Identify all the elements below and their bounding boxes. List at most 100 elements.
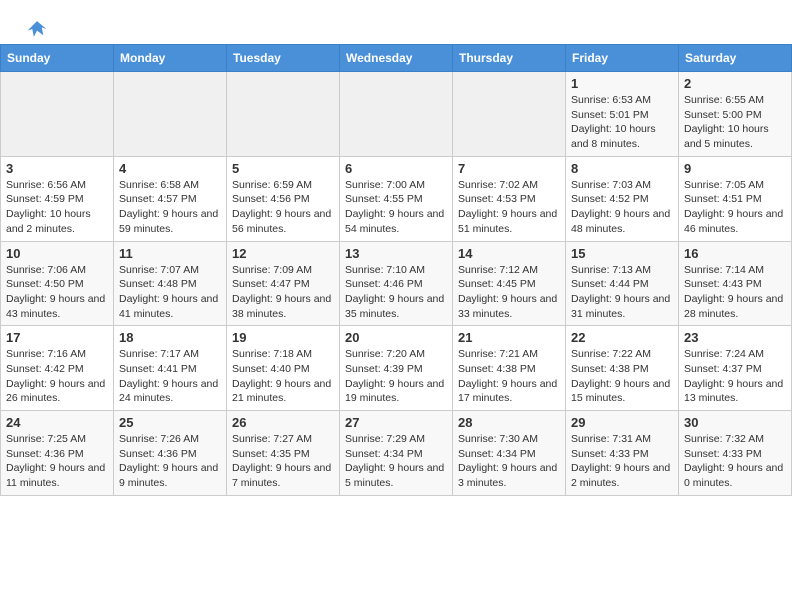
day-info: Sunrise: 7:02 AMSunset: 4:53 PMDaylight:… [458, 178, 560, 237]
day-info: Sunrise: 7:24 AMSunset: 4:37 PMDaylight:… [684, 347, 786, 406]
calendar-cell: 23Sunrise: 7:24 AMSunset: 4:37 PMDayligh… [679, 326, 792, 411]
day-info: Sunrise: 6:58 AMSunset: 4:57 PMDaylight:… [119, 178, 221, 237]
calendar-cell [1, 72, 114, 157]
calendar-cell: 15 Sunrise: 7:13 AMSunset: 4:44 PMDayligh… [566, 241, 679, 326]
day-info: Sunrise: 6:59 AMSunset: 4:56 PMDaylight:… [232, 178, 334, 237]
calendar-cell: 7Sunrise: 7:02 AMSunset: 4:53 PMDaylight… [453, 156, 566, 241]
day-info: Sunrise: 7:27 AMSunset: 4:35 PMDaylight:… [232, 432, 334, 491]
day-number: 20 [345, 330, 447, 345]
day-number: 18 [119, 330, 221, 345]
day-info: Sunrise: 7:12 AMSunset: 4:45 PMDaylight:… [458, 263, 560, 322]
day-number: 24 [6, 415, 108, 430]
calendar-cell: 27 Sunrise: 7:29 AMSunset: 4:34 PMDayligh… [340, 411, 453, 496]
calendar-cell: 14 Sunrise: 7:12 AMSunset: 4:45 PMDayligh… [453, 241, 566, 326]
day-number: 29 [571, 415, 673, 430]
day-number: 26 [232, 415, 334, 430]
day-info: Sunrise: 6:53 AMSunset: 5:01 PMDaylight:… [571, 93, 673, 152]
calendar-cell: 11 Sunrise: 7:07 AMSunset: 4:48 PMDayligh… [114, 241, 227, 326]
day-number: 30 [684, 415, 786, 430]
day-info: Sunrise: 6:56 AMSunset: 4:59 PMDaylight:… [6, 178, 108, 237]
calendar-week-row: 1Sunrise: 6:53 AMSunset: 5:01 PMDaylight… [1, 72, 792, 157]
day-info: Sunrise: 7:05 AMSunset: 4:51 PMDaylight:… [684, 178, 786, 237]
day-number: 15 [571, 246, 673, 261]
day-info: Sunrise: 7:07 AMSunset: 4:48 PMDaylight:… [119, 263, 221, 322]
day-info: Sunrise: 7:31 AMSunset: 4:33 PMDaylight:… [571, 432, 673, 491]
day-number: 12 [232, 246, 334, 261]
day-info: Sunrise: 7:21 AMSunset: 4:38 PMDaylight:… [458, 347, 560, 406]
calendar-cell: 21 Sunrise: 7:21 AMSunset: 4:38 PMDayligh… [453, 326, 566, 411]
weekday-header-tuesday: Tuesday [227, 45, 340, 72]
day-number: 21 [458, 330, 560, 345]
day-info: Sunrise: 7:06 AMSunset: 4:50 PMDaylight:… [6, 263, 108, 322]
calendar-cell: 3 Sunrise: 6:56 AMSunset: 4:59 PMDaylight… [1, 156, 114, 241]
day-number: 22 [571, 330, 673, 345]
calendar-cell: 2 Sunrise: 6:55 AMSunset: 5:00 PMDaylight… [679, 72, 792, 157]
calendar-cell: 30 Sunrise: 7:32 AMSunset: 4:33 PMDayligh… [679, 411, 792, 496]
calendar-cell: 13 Sunrise: 7:10 AMSunset: 4:46 PMDayligh… [340, 241, 453, 326]
day-info: Sunrise: 7:18 AMSunset: 4:40 PMDaylight:… [232, 347, 334, 406]
calendar-cell [227, 72, 340, 157]
day-number: 14 [458, 246, 560, 261]
calendar-cell: 20Sunrise: 7:20 AMSunset: 4:39 PMDayligh… [340, 326, 453, 411]
calendar-week-row: 17 Sunrise: 7:16 AMSunset: 4:42 PMDayligh… [1, 326, 792, 411]
day-info: Sunrise: 7:29 AMSunset: 4:34 PMDaylight:… [345, 432, 447, 491]
day-number: 17 [6, 330, 108, 345]
calendar-cell: 6 Sunrise: 7:00 AMSunset: 4:55 PMDaylight… [340, 156, 453, 241]
logo-bird-icon [26, 18, 48, 40]
calendar-week-row: 24 Sunrise: 7:25 AMSunset: 4:36 PMDayligh… [1, 411, 792, 496]
day-info: Sunrise: 7:09 AMSunset: 4:47 PMDaylight:… [232, 263, 334, 322]
day-info: Sunrise: 7:26 AMSunset: 4:36 PMDaylight:… [119, 432, 221, 491]
day-info: Sunrise: 7:00 AMSunset: 4:55 PMDaylight:… [345, 178, 447, 237]
weekday-header-saturday: Saturday [679, 45, 792, 72]
calendar-cell: 12 Sunrise: 7:09 AMSunset: 4:47 PMDayligh… [227, 241, 340, 326]
day-info: Sunrise: 6:55 AMSunset: 5:00 PMDaylight:… [684, 93, 786, 152]
logo [24, 18, 48, 36]
calendar-cell [453, 72, 566, 157]
day-info: Sunrise: 7:32 AMSunset: 4:33 PMDaylight:… [684, 432, 786, 491]
day-number: 6 [345, 161, 447, 176]
day-number: 27 [345, 415, 447, 430]
day-number: 3 [6, 161, 108, 176]
day-number: 4 [119, 161, 221, 176]
day-number: 19 [232, 330, 334, 345]
calendar-cell: 16Sunrise: 7:14 AMSunset: 4:43 PMDayligh… [679, 241, 792, 326]
calendar-cell [114, 72, 227, 157]
day-info: Sunrise: 7:30 AMSunset: 4:34 PMDaylight:… [458, 432, 560, 491]
day-number: 9 [684, 161, 786, 176]
day-number: 2 [684, 76, 786, 91]
day-number: 25 [119, 415, 221, 430]
calendar-cell: 1Sunrise: 6:53 AMSunset: 5:01 PMDaylight… [566, 72, 679, 157]
calendar-cell: 8Sunrise: 7:03 AMSunset: 4:52 PMDaylight… [566, 156, 679, 241]
calendar-table: SundayMondayTuesdayWednesdayThursdayFrid… [0, 44, 792, 496]
calendar-cell [340, 72, 453, 157]
day-number: 16 [684, 246, 786, 261]
day-info: Sunrise: 7:22 AMSunset: 4:38 PMDaylight:… [571, 347, 673, 406]
calendar-cell: 24 Sunrise: 7:25 AMSunset: 4:36 PMDayligh… [1, 411, 114, 496]
weekday-header-sunday: Sunday [1, 45, 114, 72]
calendar-cell: 26 Sunrise: 7:27 AMSunset: 4:35 PMDayligh… [227, 411, 340, 496]
day-info: Sunrise: 7:16 AMSunset: 4:42 PMDaylight:… [6, 347, 108, 406]
calendar-header-row: SundayMondayTuesdayWednesdayThursdayFrid… [1, 45, 792, 72]
calendar-cell: 4 Sunrise: 6:58 AMSunset: 4:57 PMDaylight… [114, 156, 227, 241]
page-header [0, 0, 792, 44]
day-number: 11 [119, 246, 221, 261]
calendar-week-row: 10Sunrise: 7:06 AMSunset: 4:50 PMDayligh… [1, 241, 792, 326]
day-number: 13 [345, 246, 447, 261]
calendar-week-row: 3 Sunrise: 6:56 AMSunset: 4:59 PMDaylight… [1, 156, 792, 241]
weekday-header-thursday: Thursday [453, 45, 566, 72]
day-info: Sunrise: 7:25 AMSunset: 4:36 PMDaylight:… [6, 432, 108, 491]
calendar-cell: 10Sunrise: 7:06 AMSunset: 4:50 PMDayligh… [1, 241, 114, 326]
day-info: Sunrise: 7:10 AMSunset: 4:46 PMDaylight:… [345, 263, 447, 322]
calendar-cell: 29 Sunrise: 7:31 AMSunset: 4:33 PMDayligh… [566, 411, 679, 496]
calendar-cell: 5 Sunrise: 6:59 AMSunset: 4:56 PMDaylight… [227, 156, 340, 241]
day-number: 28 [458, 415, 560, 430]
calendar-cell: 28 Sunrise: 7:30 AMSunset: 4:34 PMDayligh… [453, 411, 566, 496]
weekday-header-monday: Monday [114, 45, 227, 72]
day-info: Sunrise: 7:17 AMSunset: 4:41 PMDaylight:… [119, 347, 221, 406]
day-number: 5 [232, 161, 334, 176]
calendar-cell: 22 Sunrise: 7:22 AMSunset: 4:38 PMDayligh… [566, 326, 679, 411]
calendar-cell: 18 Sunrise: 7:17 AMSunset: 4:41 PMDayligh… [114, 326, 227, 411]
day-info: Sunrise: 7:13 AMSunset: 4:44 PMDaylight:… [571, 263, 673, 322]
calendar-cell: 25 Sunrise: 7:26 AMSunset: 4:36 PMDayligh… [114, 411, 227, 496]
day-number: 8 [571, 161, 673, 176]
